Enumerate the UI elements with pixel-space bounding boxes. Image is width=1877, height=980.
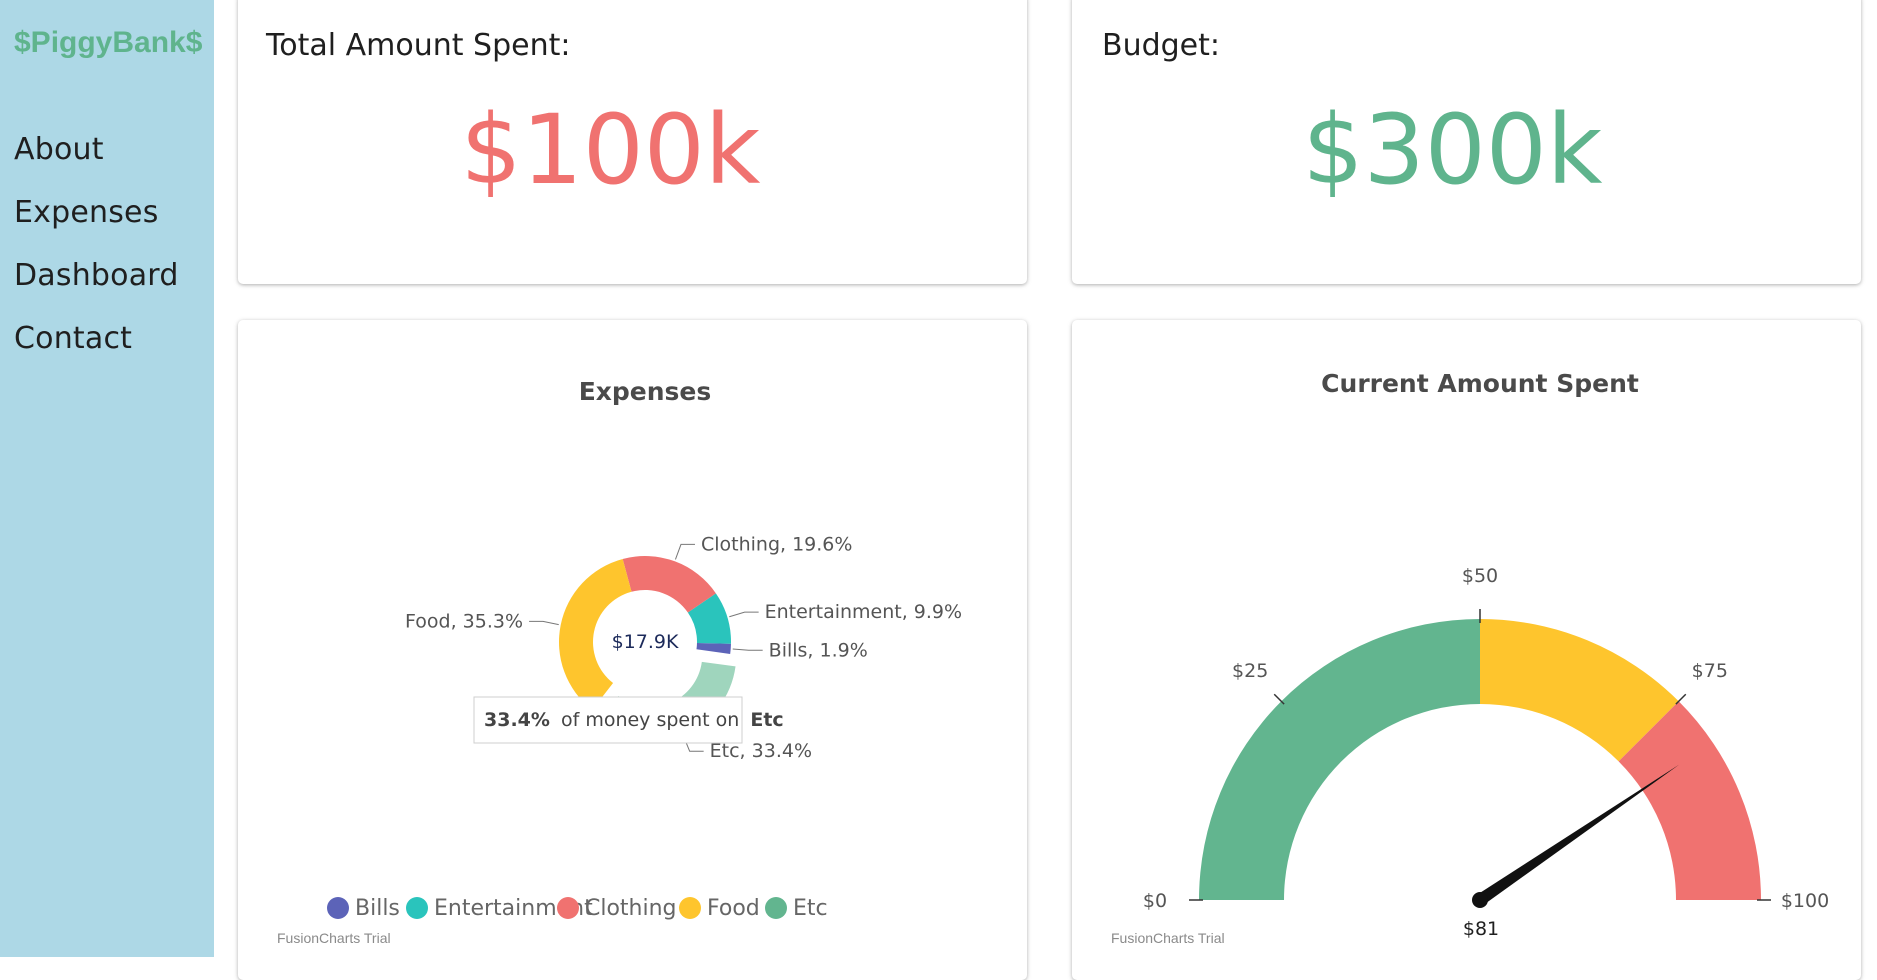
slice-label-bills: Bills, 1.9% [769, 639, 868, 661]
expenses-chart-title: Expenses [579, 377, 712, 406]
slice-label-food: Food, 35.3% [405, 610, 523, 632]
gauge-needle [1476, 764, 1680, 905]
nav-link-about[interactable]: About [14, 118, 179, 181]
expenses-watermark: FusionCharts Trial [277, 930, 391, 946]
legend-marker-bills[interactable] [327, 897, 349, 919]
tooltip-category: Etc [750, 709, 783, 731]
legend-item-food[interactable]: Food [707, 896, 760, 921]
sidebar: $PiggyBank$ About Expenses Dashboard Con… [0, 0, 214, 957]
gauge-pivot [1472, 892, 1488, 908]
gauge-tick-label: $0 [1143, 890, 1167, 912]
budget-label: Budget: [1102, 28, 1221, 63]
gauge-tick-mark [1273, 693, 1285, 705]
gauge-tick-label: $75 [1692, 660, 1728, 682]
sidebar-nav: About Expenses Dashboard Contact [14, 118, 179, 370]
gauge-chart: Current Amount Spent $0 $25 $50 $75 $100 $81… [1111, 369, 1829, 946]
tooltip-text: of money spent on [561, 709, 739, 731]
legend-marker-clothing[interactable] [557, 897, 579, 919]
legend-marker-entertainment[interactable] [406, 897, 428, 919]
total-spent-card: Total Amount Spent: $100k [238, 0, 1027, 284]
gauge-tick-mark [1675, 693, 1687, 705]
gauge-value-label: $81 [1463, 918, 1499, 940]
budget-value: $300k [1302, 94, 1603, 206]
svg-text:33.4% of money spent o: 33.4% of money spent on Etc [484, 709, 784, 731]
donut-slice-bills[interactable] [696, 643, 731, 654]
budget-card: Budget: $300k [1072, 0, 1861, 284]
slice-leader-line [674, 543, 695, 560]
legend-item-bills[interactable]: Bills [355, 896, 400, 921]
gauge-tick-label: $25 [1232, 660, 1268, 682]
slice-label-entertainment: Entertainment, 9.9% [765, 601, 962, 623]
donut-center-label: $17.9K [612, 631, 679, 653]
slice-label-etc: Etc, 33.4% [710, 740, 812, 762]
nav-link-dashboard[interactable]: Dashboard [14, 244, 179, 307]
tooltip-percent: 33.4% [484, 709, 550, 731]
gauge-tick-label: $50 [1462, 565, 1498, 587]
gauge-chart-title: Current Amount Spent [1321, 369, 1639, 398]
expenses-chart: Expenses Bills, 1.9% Entertainment, 9.9% C… [277, 377, 962, 946]
nav-link-expenses[interactable]: Expenses [14, 181, 179, 244]
gauge-tick-label: $100 [1781, 890, 1829, 912]
gauge-chart-card: Current Amount Spent $0 $25 $50 $75 $100 $81… [1072, 320, 1861, 980]
legend-marker-etc[interactable] [765, 897, 787, 919]
expenses-chart-card: Expenses Bills, 1.9% Entertainment, 9.9% C… [238, 320, 1027, 980]
gauge-watermark: FusionCharts Trial [1111, 930, 1225, 946]
total-spent-label: Total Amount Spent: [266, 28, 571, 63]
brand-logo[interactable]: $PiggyBank$ [14, 26, 202, 60]
slice-leader-line [529, 620, 559, 626]
legend-item-clothing[interactable]: Clothing [585, 896, 677, 921]
slice-label-clothing: Clothing, 19.6% [701, 533, 852, 555]
chart-tooltip: 33.4% of money spent on Etc [473, 696, 784, 744]
legend-marker-food[interactable] [679, 897, 701, 919]
total-spent-value: $100k [460, 94, 761, 206]
slice-leader-line [729, 611, 759, 618]
slice-leader-line [732, 648, 763, 651]
nav-link-contact[interactable]: Contact [14, 307, 179, 370]
legend-item-etc[interactable]: Etc [793, 896, 828, 921]
